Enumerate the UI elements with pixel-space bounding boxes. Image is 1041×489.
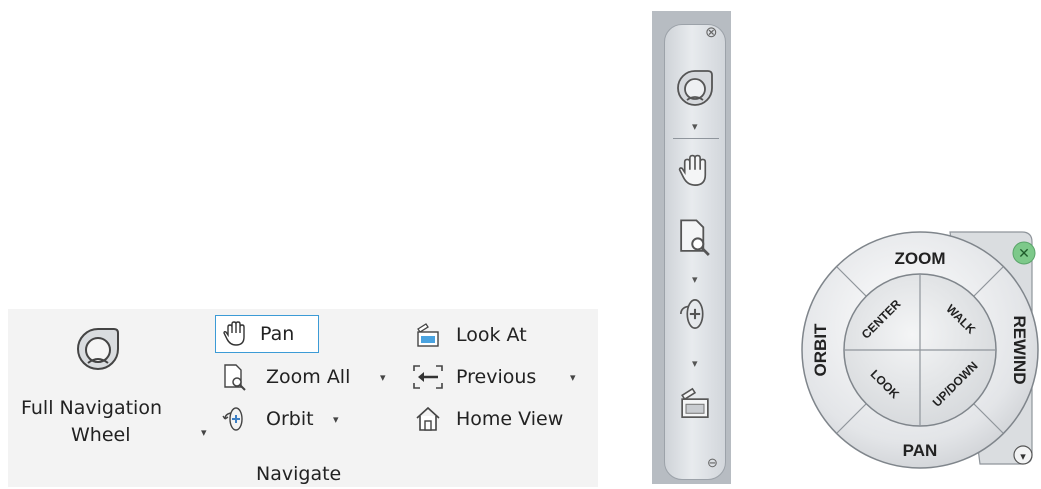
navbar-pan-icon[interactable] xyxy=(677,152,713,190)
orbit-dropdown-arrow[interactable]: ▾ xyxy=(333,413,339,426)
pan-button[interactable]: Pan xyxy=(215,315,319,353)
navbar-options-icon[interactable]: ⊖ xyxy=(707,455,718,471)
navigate-panel-title[interactable]: Navigate xyxy=(256,463,341,485)
wheel-orbit[interactable]: ORBIT xyxy=(811,323,830,377)
wheel-zoom[interactable]: ZOOM xyxy=(895,249,946,268)
navbar-wheel-dropdown-arrow[interactable]: ▾ xyxy=(692,120,698,133)
full-navigation-wheel-dropdown-arrow[interactable]: ▾ xyxy=(201,426,207,439)
previous-label: Previous xyxy=(456,366,537,388)
navbar-divider xyxy=(673,138,719,139)
pan-label: Pan xyxy=(260,323,295,345)
navbar-zoom-dropdown-arrow[interactable]: ▾ xyxy=(692,273,698,286)
navigation-bar: ⊗ ▾ ▾ ▾ ⊖ xyxy=(664,24,726,480)
look-at-icon xyxy=(417,323,439,347)
navigation-wheel-icon xyxy=(77,328,119,370)
look-at-label: Look At xyxy=(456,324,527,346)
navbar-orbit-icon[interactable] xyxy=(677,295,713,333)
zoom-all-dropdown-arrow[interactable]: ▾ xyxy=(380,371,386,384)
orbit-button[interactable]: Orbit ▾ xyxy=(216,403,366,437)
previous-dropdown-arrow[interactable]: ▾ xyxy=(570,371,576,384)
orbit-label: Orbit xyxy=(266,408,314,430)
full-navigation-wheel-label-line2: Wheel xyxy=(71,424,131,446)
wheel-rewind[interactable]: REWIND xyxy=(1010,316,1029,385)
navbar-look-at-icon[interactable] xyxy=(677,383,713,423)
full-navigation-wheel: ZOOM PAN ORBIT REWIND CENTER WALK LOOK U… xyxy=(801,231,1039,469)
navigate-ribbon-panel: Full Navigation Wheel ▾ Pan Zoom All ▾ O… xyxy=(8,309,598,487)
navbar-wheel-icon[interactable] xyxy=(676,69,714,109)
full-navigation-wheel-label-line1: Full Navigation xyxy=(21,397,163,419)
zoom-all-label: Zoom All xyxy=(266,366,351,388)
navbar-zoom-icon[interactable] xyxy=(677,217,713,257)
full-navigation-wheel-button[interactable]: Full Navigation Wheel ▾ xyxy=(18,319,214,454)
home-view-button[interactable]: Home View xyxy=(408,403,588,437)
wheel-pan[interactable]: PAN xyxy=(903,441,938,460)
zoom-all-icon xyxy=(224,364,246,391)
home-icon xyxy=(416,406,440,431)
orbit-icon xyxy=(222,407,243,431)
navbar-close-icon[interactable]: ⊗ xyxy=(705,23,718,41)
navbar-orbit-dropdown-arrow[interactable]: ▾ xyxy=(692,357,698,370)
wheel-menu-icon[interactable]: ▾ xyxy=(1020,450,1026,463)
wheel-close-icon[interactable]: ✕ xyxy=(1018,246,1030,262)
hand-icon xyxy=(223,321,245,346)
previous-button[interactable]: Previous ▾ xyxy=(408,361,588,395)
previous-view-icon xyxy=(413,365,443,389)
zoom-all-button[interactable]: Zoom All ▾ xyxy=(216,361,396,395)
look-at-button[interactable]: Look At xyxy=(408,319,558,353)
home-view-label: Home View xyxy=(456,408,564,430)
